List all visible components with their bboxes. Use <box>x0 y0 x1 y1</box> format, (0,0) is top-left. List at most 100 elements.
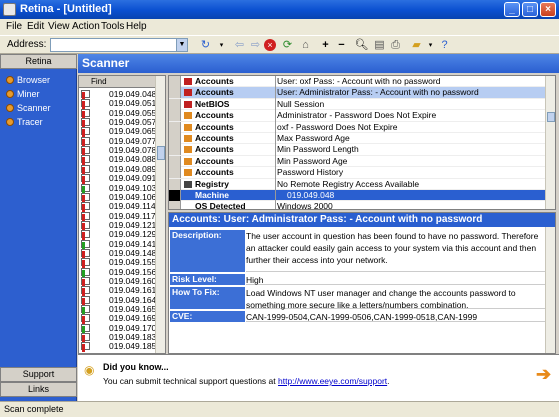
menu-tools[interactable]: Tools <box>101 21 124 32</box>
window-title: Retina - [Untitled] <box>20 3 112 15</box>
find-icon[interactable]: 🔍︎ <box>354 38 369 53</box>
refresh-icon[interactable]: ⟳ <box>280 38 295 53</box>
host-icon <box>81 192 90 203</box>
sidebar-button-support[interactable]: Support <box>0 367 77 382</box>
folder-icon[interactable]: ▰ <box>409 38 424 53</box>
cve-label: CVE: <box>170 311 245 322</box>
host-icon <box>81 155 90 166</box>
result-row[interactable]: Accounts Password History <box>169 167 545 179</box>
result-row[interactable]: Accounts Max Password Age <box>169 133 545 145</box>
result-row[interactable]: NetBIOS Null Session <box>169 98 545 111</box>
tip-title: Did you know... <box>103 362 169 372</box>
results-list: Accounts User: oxf Pass: - Account with n… <box>169 76 545 210</box>
host-icon <box>81 342 90 353</box>
sidebar-header-retina[interactable]: Retina <box>0 54 77 69</box>
status-text: Scan complete <box>4 404 64 414</box>
scanner-icon <box>6 104 14 112</box>
remove-icon[interactable]: − <box>334 38 349 53</box>
find-header[interactable]: Find <box>79 76 155 88</box>
row-gutter <box>169 110 181 122</box>
result-row[interactable]: Accounts Min Password Length <box>169 144 545 156</box>
ip-list-scroll-thumb[interactable] <box>157 146 165 160</box>
sidebar-item-scanner[interactable]: Scanner <box>6 103 51 113</box>
severity-icon <box>184 180 192 188</box>
menu-bar: File Edit View Action Tools Help <box>0 19 559 35</box>
result-row[interactable]: Accounts Min Password Age <box>169 155 545 168</box>
scanner-header: Scanner <box>78 54 559 73</box>
forward-icon[interactable]: ⇨ <box>248 38 263 53</box>
print-icon[interactable]: ⎙ <box>388 38 403 53</box>
result-category: Accounts <box>195 167 234 178</box>
address-toolbar: Address: ▼ ↻ ▾ ⇦ ⇨ × ⟳ ⌂ + − 🔍︎ ▤ ⎙ ▰ ▾ … <box>0 35 559 54</box>
result-category: Accounts <box>195 133 234 143</box>
go-icon[interactable]: ↻ <box>198 38 213 53</box>
column-divider <box>275 76 276 209</box>
result-category: Accounts <box>195 121 234 132</box>
sidebar-item-tracer[interactable]: Tracer <box>6 117 43 127</box>
menu-view[interactable]: View <box>48 21 70 32</box>
tip-text: You can submit technical support questio… <box>103 376 390 386</box>
results-scroll-thumb[interactable] <box>547 112 555 122</box>
host-icon <box>81 183 90 194</box>
address-input[interactable]: ▼ <box>50 38 188 52</box>
menu-action[interactable]: Action <box>72 21 100 32</box>
result-row[interactable]: Accounts oxf - Password Does Not Expire <box>169 121 545 133</box>
result-row[interactable]: Registry No Remote Registry Access Availa… <box>169 178 545 190</box>
report-icon[interactable]: ▤ <box>372 38 387 53</box>
miner-icon <box>6 90 14 98</box>
results-scrollbar[interactable] <box>545 76 555 209</box>
close-button[interactable]: × <box>540 2 556 17</box>
host-icon <box>81 174 90 185</box>
row-gutter <box>169 76 181 87</box>
row-gutter <box>169 155 181 167</box>
severity-icon <box>184 112 192 120</box>
stop-icon[interactable]: × <box>264 39 276 51</box>
description-label: Description: <box>170 230 245 272</box>
sidebar-item-label: Browser <box>17 75 51 85</box>
result-description: Max Password Age <box>277 133 350 143</box>
sidebar-item-browser[interactable]: Browser <box>6 75 50 85</box>
row-gutter <box>169 167 181 179</box>
ip-list-pane: Find 019.049.048 019.049.051 019.049.055 01… <box>78 75 166 354</box>
support-link[interactable]: http://www.eeye.com/support <box>278 376 387 386</box>
menu-help[interactable]: Help <box>126 21 147 32</box>
result-description: Min Password Age <box>277 155 348 166</box>
home-icon[interactable]: ⌂ <box>298 38 313 53</box>
machine-row[interactable]: Machine 019.049.048 <box>169 190 545 202</box>
ip-list: 019.049.048 019.049.051 019.049.055 019.049… <box>79 89 155 353</box>
ip-list-scrollbar[interactable] <box>155 76 165 353</box>
detail-scrollbar[interactable] <box>545 227 555 353</box>
result-row[interactable]: Accounts Administrator - Password Does No… <box>169 110 545 122</box>
os-label: OS Detected <box>195 201 246 210</box>
result-category: Accounts <box>195 87 234 98</box>
os-detected-row[interactable]: OS Detected Windows 2000 <box>169 201 545 210</box>
result-row[interactable]: Accounts User: oxf Pass: - Account with n… <box>169 76 545 88</box>
sidebar-item-miner[interactable]: Miner <box>6 89 40 99</box>
row-gutter <box>169 201 181 209</box>
folder-dropdown-icon[interactable]: ▾ <box>423 38 438 53</box>
collapse-arrow-icon[interactable] <box>169 190 181 201</box>
row-gutter <box>169 98 181 110</box>
how-to-fix-value: Load Windows NT user manager and change … <box>246 287 546 310</box>
maximize-button[interactable]: □ <box>522 2 538 17</box>
menu-edit[interactable]: Edit <box>27 21 44 32</box>
result-description: User: oxf Pass: - Account with no passwo… <box>277 76 441 86</box>
minimize-button[interactable]: _ <box>504 2 520 17</box>
description-value: The user account in question has been fo… <box>246 230 546 272</box>
result-row[interactable]: Accounts User: Administrator Pass: - Acco… <box>169 87 545 99</box>
go-dropdown-icon[interactable]: ▾ <box>214 38 229 53</box>
app-icon <box>3 3 16 16</box>
next-tip-arrow-icon[interactable]: ➔ <box>536 364 551 385</box>
help-icon[interactable]: ? <box>437 38 452 53</box>
severity-icon <box>184 89 192 97</box>
host-icon <box>81 118 90 129</box>
add-icon[interactable]: + <box>318 38 333 53</box>
back-icon[interactable]: ⇦ <box>232 38 247 53</box>
sidebar-button-links[interactable]: Links <box>0 382 77 397</box>
cve-value: CAN-1999-0504,CAN-1999-0506,CAN-1999-051… <box>246 311 546 322</box>
host-icon <box>81 220 90 231</box>
menu-file[interactable]: File <box>6 21 22 32</box>
sidebar-item-label: Scanner <box>17 103 51 113</box>
address-dropdown-icon[interactable]: ▼ <box>176 39 187 51</box>
severity-icon <box>184 157 192 165</box>
